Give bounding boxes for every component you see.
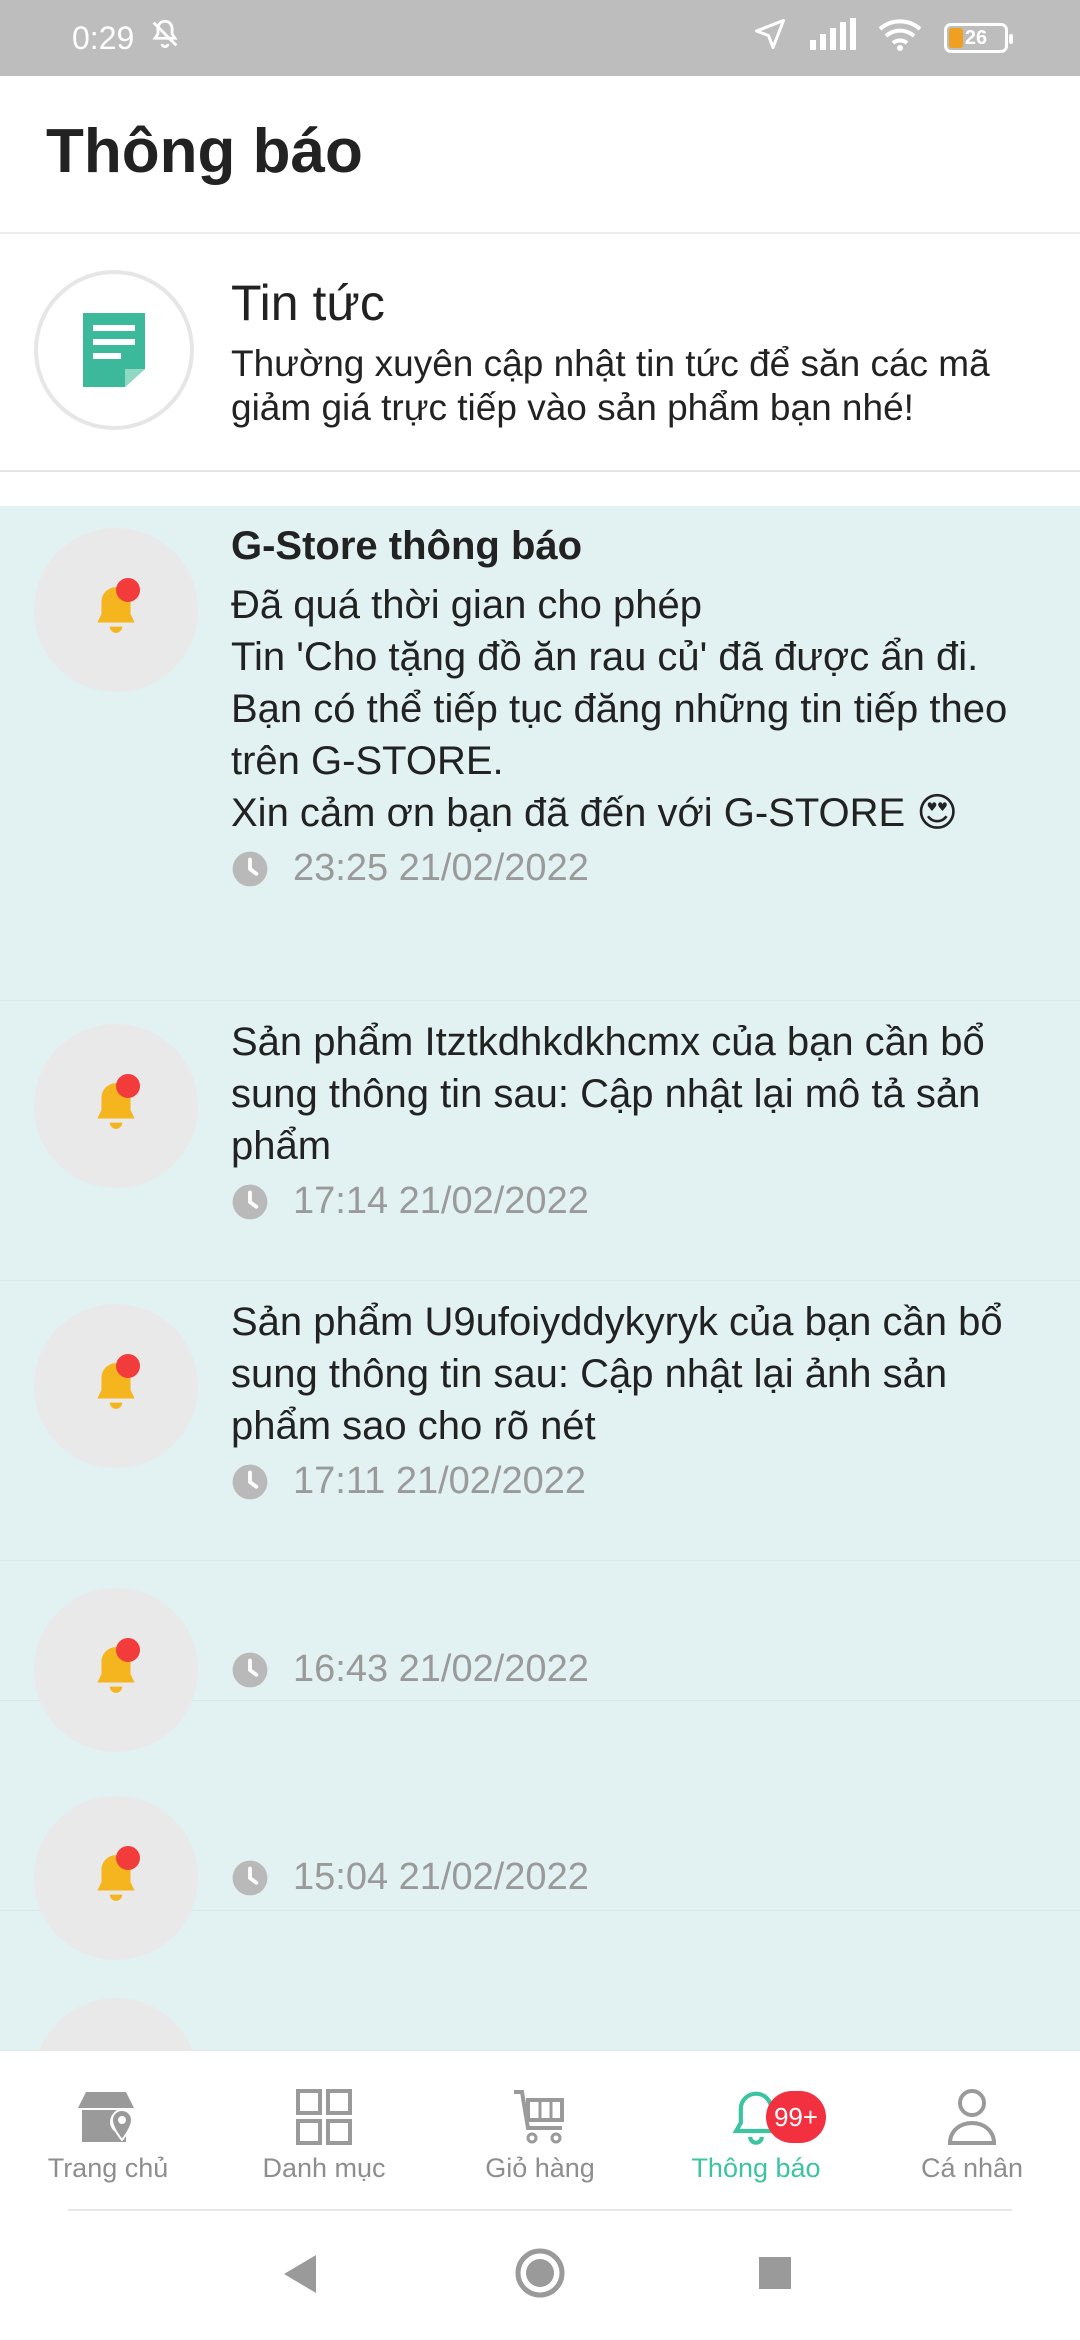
nav-cart-label: Giỏ hàng: [485, 2153, 595, 2183]
clock-icon: [232, 1184, 268, 1219]
app-header: Thông báo: [0, 76, 1080, 234]
notification-line: Đã quá thời gian cho phép: [231, 583, 703, 627]
news-avatar: [34, 270, 194, 430]
news-title: Tin tức: [231, 275, 385, 331]
notification-line: Tin 'Cho tặng đồ ăn rau củ' đã được ẩn đ…: [231, 635, 979, 679]
bottom-nav: Trang chủ Danh mục Giỏ hàng Thông báo 99…: [0, 2050, 1080, 2211]
news-description: Thường xuyên cập nhật tin tức để săn các…: [231, 343, 990, 428]
notification-avatar: [34, 528, 198, 692]
unread-dot: [116, 578, 140, 602]
recents-icon[interactable]: [757, 2255, 793, 2291]
notification-line: Bạn có thể tiếp tục đăng những tin tiếp …: [231, 687, 1008, 783]
notification-line: Xin cảm ơn bạn đã đến với G-STORE 😍: [231, 791, 959, 835]
page-title: Thông báo: [46, 117, 363, 186]
notification-title: G-Store thông báo: [231, 524, 583, 568]
notification-time: 15:04 21/02/2022: [293, 1856, 589, 1898]
clock-icon: [232, 1652, 268, 1687]
unread-dot: [116, 1638, 140, 1662]
notification-time-row: 15:04 21/02/2022: [231, 1856, 1051, 1899]
notification-avatar: [34, 1024, 198, 1188]
clock-icon: [232, 851, 268, 886]
notification-avatar: [34, 1304, 198, 1468]
system-nav-bar: [0, 2211, 1080, 2340]
nav-profile[interactable]: Cá nhân: [864, 2081, 1080, 2184]
notification-item[interactable]: Sản phẩm Itztkdhkdkhcmx của bạn cần bổ s…: [0, 1000, 1080, 1281]
notification-list[interactable]: G-Store thông báo Đã quá thời gian cho p…: [0, 506, 1080, 2050]
notification-text: Sản phẩm Itztkdhkdkhcmx của bạn cần bổ s…: [231, 1020, 985, 1168]
notification-avatar: [34, 1796, 198, 1960]
nav-home-label: Trang chủ: [47, 2153, 169, 2183]
store-icon: [78, 2092, 134, 2142]
unread-dot: [116, 1846, 140, 1870]
battery-level: 26: [964, 26, 988, 49]
notification-item[interactable]: 15:04 21/02/2022: [0, 1700, 1080, 1960]
notification-time: 16:43 21/02/2022: [293, 1648, 589, 1690]
clock-icon: [232, 1464, 268, 1499]
news-row[interactable]: Tin tức Thường xuyên cập nhật tin tức để…: [0, 234, 1080, 472]
location-icon: [752, 16, 788, 60]
notification-item[interactable]: G-Store thông báo Đã quá thời gian cho p…: [0, 506, 1080, 1001]
wifi-icon: [878, 17, 922, 59]
status-time: 0:29: [72, 19, 135, 56]
notification-time: 17:14 21/02/2022: [293, 1180, 589, 1222]
person-icon: [947, 2089, 997, 2145]
unread-dot: [116, 1074, 140, 1098]
home-icon[interactable]: [514, 2247, 566, 2299]
notification-item[interactable]: 16:43 21/02/2022: [0, 1560, 1080, 1752]
nav-notifications-label: Thông báo: [691, 2153, 821, 2183]
notification-time: 17:11 21/02/2022: [293, 1460, 587, 1502]
nav-cart[interactable]: Giỏ hàng: [432, 2081, 648, 2184]
notification-text: Sản phẩm U9ufoiyddykyryk của bạn cần bổ …: [231, 1300, 1003, 1448]
grid-icon: [296, 2089, 352, 2145]
notification-time-row: 16:43 21/02/2022: [231, 1648, 1051, 1691]
notification-time-row: 17:14 21/02/2022: [231, 1180, 1051, 1223]
nav-categories-label: Danh mục: [262, 2153, 386, 2183]
battery-icon: 26: [944, 23, 1013, 53]
nav-categories[interactable]: Danh mục: [216, 2081, 432, 2184]
nav-profile-label: Cá nhân: [920, 2153, 1024, 2183]
notification-time-row: 23:25 21/02/2022: [231, 847, 1051, 890]
mute-icon: [148, 17, 182, 59]
unread-dot: [116, 1354, 140, 1378]
nav-notifications[interactable]: Thông báo 99+: [648, 2081, 864, 2184]
notification-avatar: [34, 1998, 198, 2050]
signal-icon: [810, 18, 856, 58]
notification-time: 23:25 21/02/2022: [293, 847, 589, 889]
notification-item[interactable]: Sản phẩm U9ufoiyddykyryk của bạn cần bổ …: [0, 1280, 1080, 1561]
cart-icon: [514, 2090, 564, 2144]
status-bar: 0:29 26: [0, 0, 1080, 76]
nav-home[interactable]: Trang chủ: [0, 2081, 216, 2184]
back-icon[interactable]: [280, 2253, 320, 2295]
notification-time-row: 17:11 21/02/2022: [231, 1460, 1051, 1503]
clock-icon: [232, 1860, 268, 1895]
document-icon: [83, 313, 145, 387]
notification-count-badge: 99+: [766, 2091, 826, 2143]
